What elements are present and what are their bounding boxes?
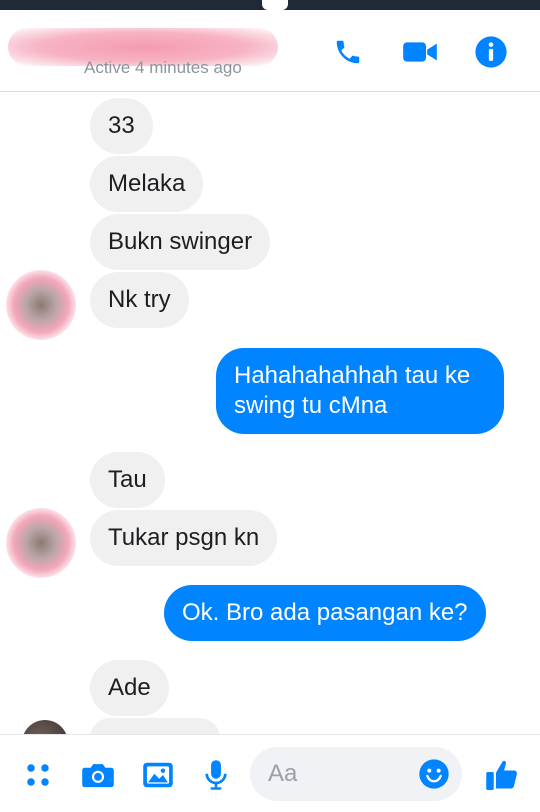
- microphone-icon[interactable]: [196, 755, 236, 795]
- info-icon[interactable]: [471, 32, 511, 72]
- message-input-container[interactable]: [250, 747, 462, 801]
- emoji-icon[interactable]: [418, 758, 450, 790]
- message-incoming[interactable]: Bukn swinger: [90, 214, 271, 270]
- message-thread[interactable]: 33 Melaka Bukn swinger Nk try Hahahahahh…: [0, 92, 540, 734]
- message-input[interactable]: [268, 757, 418, 791]
- message-incoming[interactable]: Nk try: [90, 272, 189, 328]
- status-bar-strip: [0, 0, 540, 10]
- message-outgoing[interactable]: Ok. Bro ada pasangan ke?: [164, 585, 486, 641]
- message-incoming[interactable]: 33: [90, 98, 153, 154]
- message-incoming[interactable]: Melaka: [90, 156, 204, 212]
- contact-avatar[interactable]: [6, 270, 76, 340]
- message-outgoing[interactable]: Hahahahahhah tau ke swing tu cMna: [216, 348, 504, 434]
- message-incoming-partial[interactable]: [90, 718, 220, 734]
- contact-avatar[interactable]: [6, 508, 76, 578]
- message-incoming[interactable]: Tukar psgn kn: [90, 510, 278, 566]
- chat-header: Active 4 minutes ago: [0, 10, 540, 92]
- message-incoming[interactable]: Ade: [90, 660, 169, 716]
- video-camera-icon[interactable]: [400, 32, 440, 72]
- phone-icon[interactable]: [328, 32, 368, 72]
- active-status: Active 4 minutes ago: [84, 58, 242, 77]
- message-incoming[interactable]: Tau: [90, 452, 165, 508]
- more-apps-icon[interactable]: [18, 755, 58, 795]
- message-composer: [0, 734, 540, 812]
- gallery-icon[interactable]: [138, 755, 178, 795]
- contact-avatar[interactable]: [22, 720, 68, 734]
- thumbs-up-icon[interactable]: [482, 755, 522, 795]
- camera-icon[interactable]: [78, 755, 118, 795]
- notch: [262, 0, 288, 10]
